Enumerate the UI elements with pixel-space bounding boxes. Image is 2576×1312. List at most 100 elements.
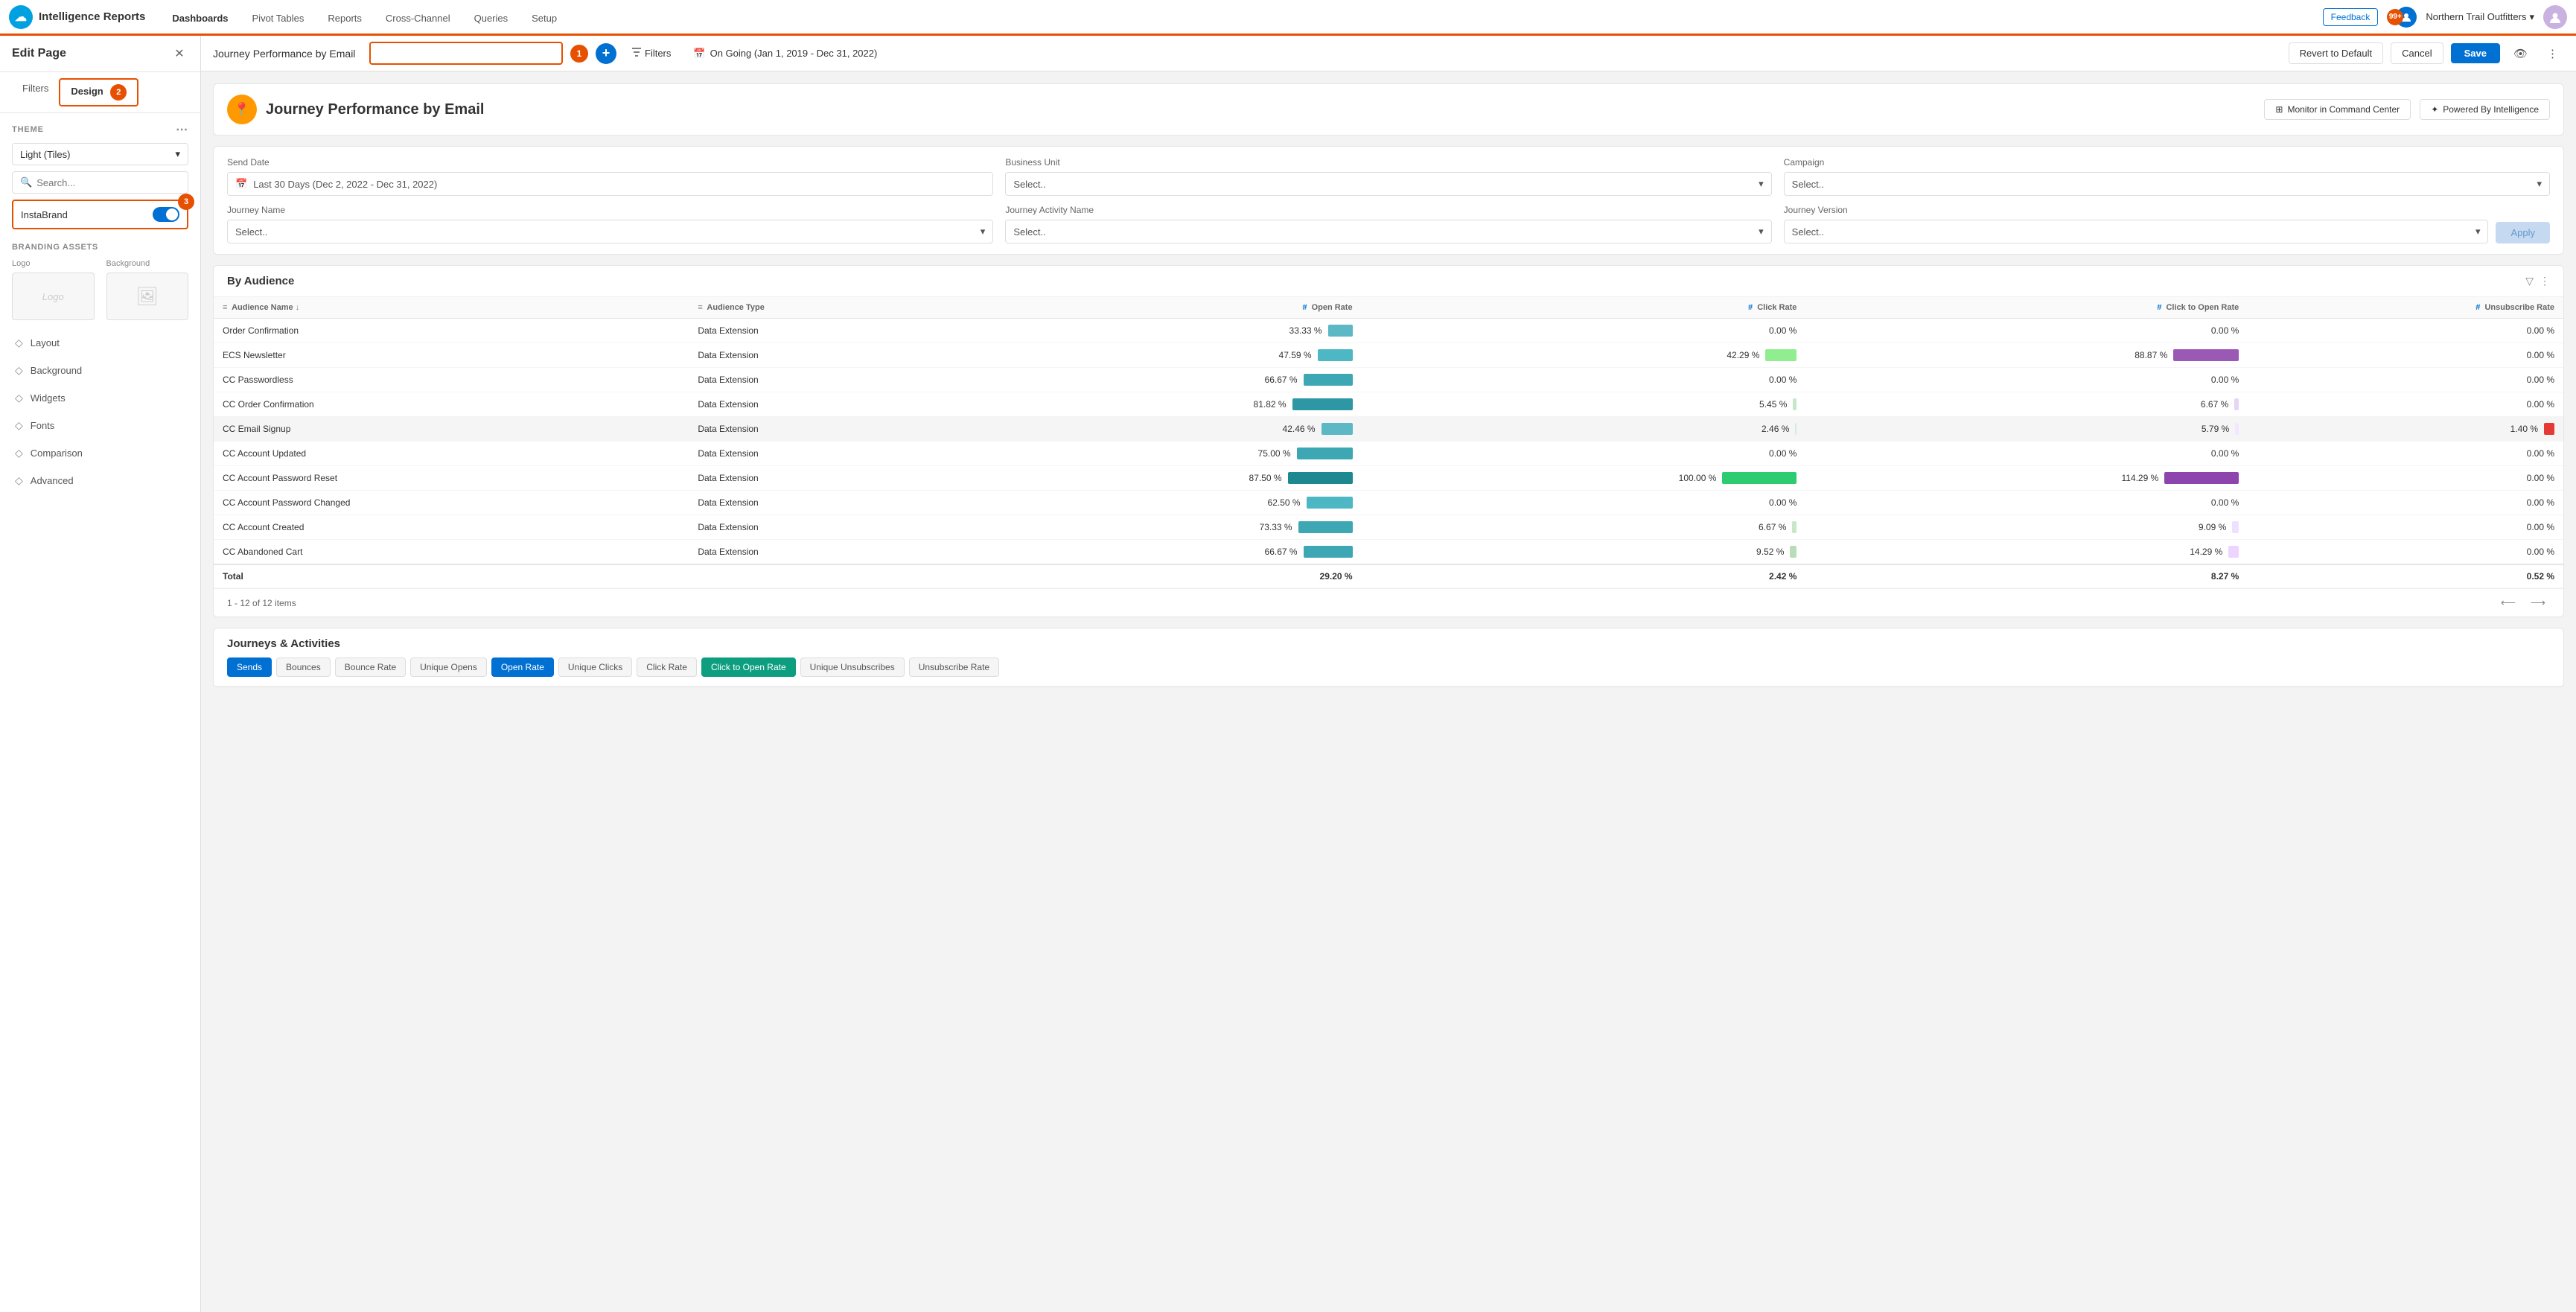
- more-options-icon[interactable]: ⋮: [2541, 42, 2564, 65]
- widgets-icon: ◇: [15, 392, 23, 404]
- menu-item-background[interactable]: ◇ Background: [6, 357, 194, 384]
- search-input[interactable]: [36, 177, 180, 188]
- sidebar-title: Edit Page: [12, 47, 66, 60]
- cell-open-rate: 81.82 %: [965, 392, 1362, 417]
- nav-tab-setup[interactable]: Setup: [520, 2, 569, 36]
- journey-name-select[interactable]: Select.. ▾: [227, 220, 993, 243]
- click-rate-value: 0.00 %: [1769, 497, 1796, 508]
- close-sidebar-button[interactable]: ✕: [170, 45, 188, 63]
- table-row: ECS Newsletter Data Extension 47.59 % 42…: [214, 343, 2563, 368]
- metric-tab[interactable]: Bounces: [276, 657, 331, 677]
- nav-right: Feedback 99+ Northern Trail Outfitters ▾: [2323, 5, 2567, 29]
- cell-cto-rate: 6.67 %: [1805, 392, 2248, 417]
- metric-tab[interactable]: Sends: [227, 657, 272, 677]
- nav-tab-cross-channel[interactable]: Cross-Channel: [374, 2, 462, 36]
- col-unsub-rate[interactable]: # Unsubscribe Rate: [2248, 297, 2563, 319]
- metric-tab[interactable]: Open Rate: [491, 657, 554, 677]
- org-name[interactable]: Northern Trail Outfitters ▾: [2426, 11, 2534, 23]
- menu-item-widgets[interactable]: ◇ Widgets: [6, 384, 194, 412]
- click-rate-col-icon: #: [1748, 303, 1753, 312]
- cto-rate-col-icon: #: [2157, 303, 2161, 312]
- nav-tab-reports[interactable]: Reports: [316, 2, 374, 36]
- open-rate-bar: [1304, 374, 1353, 386]
- filter-button[interactable]: Filters: [624, 42, 678, 64]
- prev-page-button[interactable]: ⟵: [2496, 595, 2520, 611]
- design-tab-badge: 2: [110, 84, 127, 101]
- metric-tab[interactable]: Click Rate: [637, 657, 697, 677]
- open-rate-value: 75.00 %: [1258, 448, 1291, 459]
- feedback-button[interactable]: Feedback: [2323, 8, 2379, 26]
- cell-cto-rate: 88.87 %: [1805, 343, 2248, 368]
- powered-by-intelligence-button[interactable]: ✦ Powered By Intelligence: [2420, 99, 2550, 120]
- nav-tab-pivot[interactable]: Pivot Tables: [240, 2, 316, 36]
- send-date-input[interactable]: 📅 Last 30 Days (Dec 2, 2022 - Dec 31, 20…: [227, 172, 993, 196]
- more-table-icon[interactable]: ⋮: [2540, 275, 2550, 287]
- metric-tab[interactable]: Unique Clicks: [558, 657, 632, 677]
- cell-audience-name: CC Abandoned Cart: [214, 540, 689, 565]
- journey-version-select[interactable]: Select.. ▾: [1784, 220, 2489, 243]
- col-audience-type[interactable]: ≡ Audience Type: [689, 297, 965, 319]
- cto-rate-value: 14.29 %: [2190, 547, 2222, 557]
- metric-tab[interactable]: Unique Unsubscribes: [800, 657, 905, 677]
- cancel-button[interactable]: Cancel: [2391, 42, 2443, 64]
- save-button[interactable]: Save: [2451, 43, 2500, 63]
- menu-item-fonts[interactable]: ◇ Fonts: [6, 412, 194, 439]
- theme-menu-icon[interactable]: ⋯: [176, 122, 188, 137]
- sidebar: Edit Page ✕ Filters Design 2 THEME ⋯ Lig…: [0, 36, 201, 1312]
- theme-select[interactable]: Light (Tiles) ▾: [12, 143, 188, 165]
- cell-audience-name: CC Account Password Changed: [214, 491, 689, 515]
- journey-activity-select[interactable]: Select.. ▾: [1005, 220, 1771, 243]
- dashboard-icon: 📍: [227, 95, 257, 124]
- cell-cto-rate: 5.79 %: [1805, 417, 2248, 442]
- step-1-badge: 1: [570, 45, 588, 63]
- business-unit-select[interactable]: Select.. ▾: [1005, 172, 1771, 196]
- notification-badge[interactable]: 99+: [2387, 9, 2403, 25]
- col-click-rate[interactable]: # Click Rate: [1362, 297, 1806, 319]
- col-cto-rate[interactable]: # Click to Open Rate: [1805, 297, 2248, 319]
- background-box[interactable]: 🖼: [106, 273, 189, 320]
- cto-rate-bar: [2232, 521, 2239, 533]
- dashboard-header: 📍 Journey Performance by Email ⊞ Monitor…: [213, 83, 2564, 136]
- col-audience-name[interactable]: ≡ Audience Name ↓: [214, 297, 689, 319]
- cell-cto-rate: 14.29 %: [1805, 540, 2248, 565]
- user-avatar[interactable]: [2543, 5, 2567, 29]
- sidebar-tab-filters[interactable]: Filters: [12, 78, 59, 106]
- cell-click-rate: 0.00 %: [1362, 491, 1806, 515]
- metric-tab[interactable]: Unique Opens: [410, 657, 487, 677]
- cell-audience-name: ECS Newsletter: [214, 343, 689, 368]
- table-row: Order Confirmation Data Extension 33.33 …: [214, 319, 2563, 343]
- chevron-down-icon: ▾: [981, 226, 986, 238]
- cell-click-rate: 42.29 %: [1362, 343, 1806, 368]
- by-audience-header: By Audience ▽ ⋮: [214, 266, 2563, 297]
- metric-tab[interactable]: Bounce Rate: [335, 657, 406, 677]
- col-open-rate[interactable]: # Open Rate: [965, 297, 1362, 319]
- sidebar-tab-design[interactable]: Design 2: [59, 78, 138, 106]
- open-rate-value: 33.33 %: [1289, 325, 1322, 336]
- revert-to-default-button[interactable]: Revert to Default: [2289, 42, 2384, 64]
- next-page-button[interactable]: ⟶: [2526, 595, 2550, 611]
- instabrand-toggle[interactable]: [153, 207, 179, 222]
- journey-version-label: Journey Version: [1784, 205, 2489, 215]
- visibility-icon[interactable]: 👁: [2508, 42, 2534, 65]
- sidebar-menu: ◇ Layout ◇ Background ◇ Widgets ◇ Fonts …: [0, 329, 200, 494]
- menu-item-layout[interactable]: ◇ Layout: [6, 329, 194, 357]
- cell-unsub-rate: 0.00 %: [2248, 319, 2563, 343]
- nav-tab-queries[interactable]: Queries: [462, 2, 520, 36]
- metric-tab[interactable]: Click to Open Rate: [701, 657, 796, 677]
- monitor-command-center-button[interactable]: ⊞ Monitor in Command Center: [2264, 99, 2411, 120]
- chevron-down-icon: ▾: [175, 148, 180, 160]
- add-button[interactable]: +: [596, 43, 616, 64]
- cell-click-rate: 5.45 %: [1362, 392, 1806, 417]
- metric-tab[interactable]: Unsubscribe Rate: [909, 657, 999, 677]
- page-name-input[interactable]: [369, 42, 563, 65]
- campaign-select[interactable]: Select.. ▾: [1784, 172, 2550, 196]
- logo-placeholder-text: Logo: [42, 291, 64, 302]
- total-row: Total 29.20 % 2.42 % 8.27 % 0.52 %: [214, 564, 2563, 588]
- menu-item-advanced[interactable]: ◇ Advanced: [6, 467, 194, 494]
- apply-button[interactable]: Apply: [2496, 222, 2550, 243]
- menu-item-comparison[interactable]: ◇ Comparison: [6, 439, 194, 467]
- filter-table-icon[interactable]: ▽: [2525, 275, 2534, 287]
- logo-box[interactable]: Logo: [12, 273, 95, 320]
- unsub-rate-value: 0.00 %: [2527, 497, 2554, 508]
- nav-tab-dashboards[interactable]: Dashboards: [160, 2, 240, 36]
